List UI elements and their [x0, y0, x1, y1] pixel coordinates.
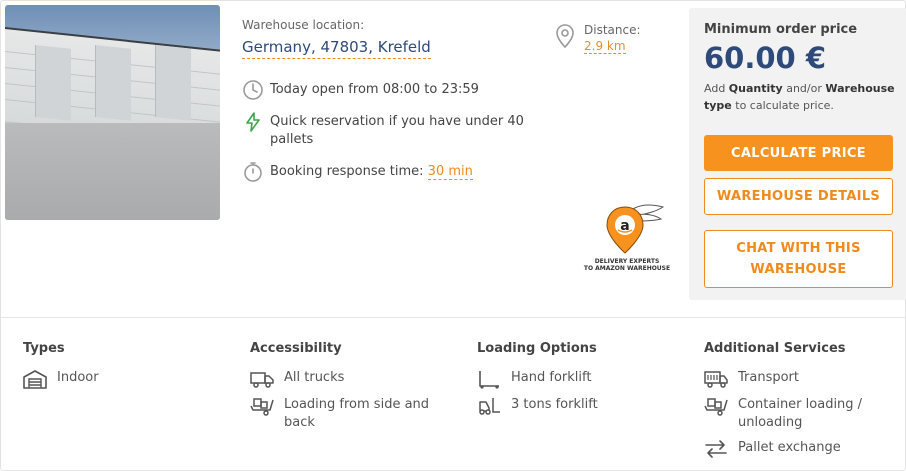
additional-services-section: Additional Services Transport Container …	[704, 341, 904, 466]
list-item: Pallet exchange	[704, 439, 904, 459]
transport-truck-icon	[704, 371, 728, 388]
loading-options-title: Loading Options	[477, 341, 597, 356]
calculate-price-button[interactable]: CALCULATE PRICE	[704, 135, 893, 171]
accessibility-section: Accessibility All trucks Loading from si…	[250, 341, 450, 439]
list-item: Hand forklift	[477, 369, 677, 389]
list-item: 3 tons forklift	[477, 396, 677, 416]
exchange-arrows-icon	[705, 440, 727, 458]
location-pin-icon	[556, 24, 574, 49]
accessibility-title: Accessibility	[250, 341, 342, 356]
warehouse-card: Warehouse location: Germany, 47803, Kref…	[0, 0, 906, 471]
warehouse-photo[interactable]	[5, 5, 220, 220]
forklift-icon	[479, 398, 500, 415]
distance-block: Distance: 2.9 km	[554, 23, 641, 54]
price-panel: Minimum order price 60.00 € Add Quantity…	[689, 8, 906, 300]
clock-icon	[243, 80, 263, 100]
dolly-icon	[250, 398, 274, 416]
quick-reservation: Quick reservation if you have under 40 p…	[242, 111, 530, 149]
truck-icon	[250, 372, 274, 388]
opening-hours-text: Today open from 08:00 to 23:59	[270, 82, 479, 97]
stopwatch-icon	[244, 162, 262, 182]
types-title: Types	[23, 341, 65, 356]
booking-response-label: Booking response time:	[270, 164, 424, 179]
min-order-price: 60.00 €	[704, 41, 827, 75]
hand-forklift-icon	[479, 371, 499, 389]
chat-warehouse-button[interactable]: CHAT WITH THIS WAREHOUSE	[704, 230, 893, 288]
min-order-label: Minimum order price	[704, 22, 858, 37]
list-item: All trucks	[250, 369, 450, 389]
price-hint: Add Quantity and/or Warehouse type to ca…	[704, 82, 895, 112]
loading-options-section: Loading Options Hand forklift 3 tons for…	[477, 341, 677, 423]
additional-services-title: Additional Services	[704, 341, 846, 356]
location-link[interactable]: Germany, 47803, Krefeld	[242, 38, 431, 59]
section-divider	[1, 317, 906, 318]
quick-reservation-text: Quick reservation if you have under 40 p…	[270, 114, 524, 147]
distance-label: Distance:	[584, 23, 641, 37]
booking-response: Booking response time: 30 min	[242, 161, 473, 183]
lightning-icon	[246, 112, 260, 132]
list-item: Transport	[704, 369, 904, 389]
booking-response-value[interactable]: 30 min	[427, 164, 473, 180]
list-item: Loading from side and back	[250, 396, 450, 432]
list-item: Indoor	[23, 369, 223, 389]
opening-hours: Today open from 08:00 to 23:59	[242, 79, 479, 101]
amazon-badge-text: DELIVERY EXPERTS TO AMAZON WAREHOUSE	[583, 258, 671, 272]
warehouse-icon	[23, 370, 47, 389]
container-loading-icon	[704, 398, 728, 416]
distance-value[interactable]: 2.9 km	[584, 39, 626, 54]
warehouse-details-button[interactable]: WAREHOUSE DETAILS	[704, 178, 893, 215]
list-item: Container loading / unloading	[704, 396, 904, 432]
types-section: Types Indoor	[23, 341, 223, 396]
location-label: Warehouse location:	[242, 18, 365, 32]
